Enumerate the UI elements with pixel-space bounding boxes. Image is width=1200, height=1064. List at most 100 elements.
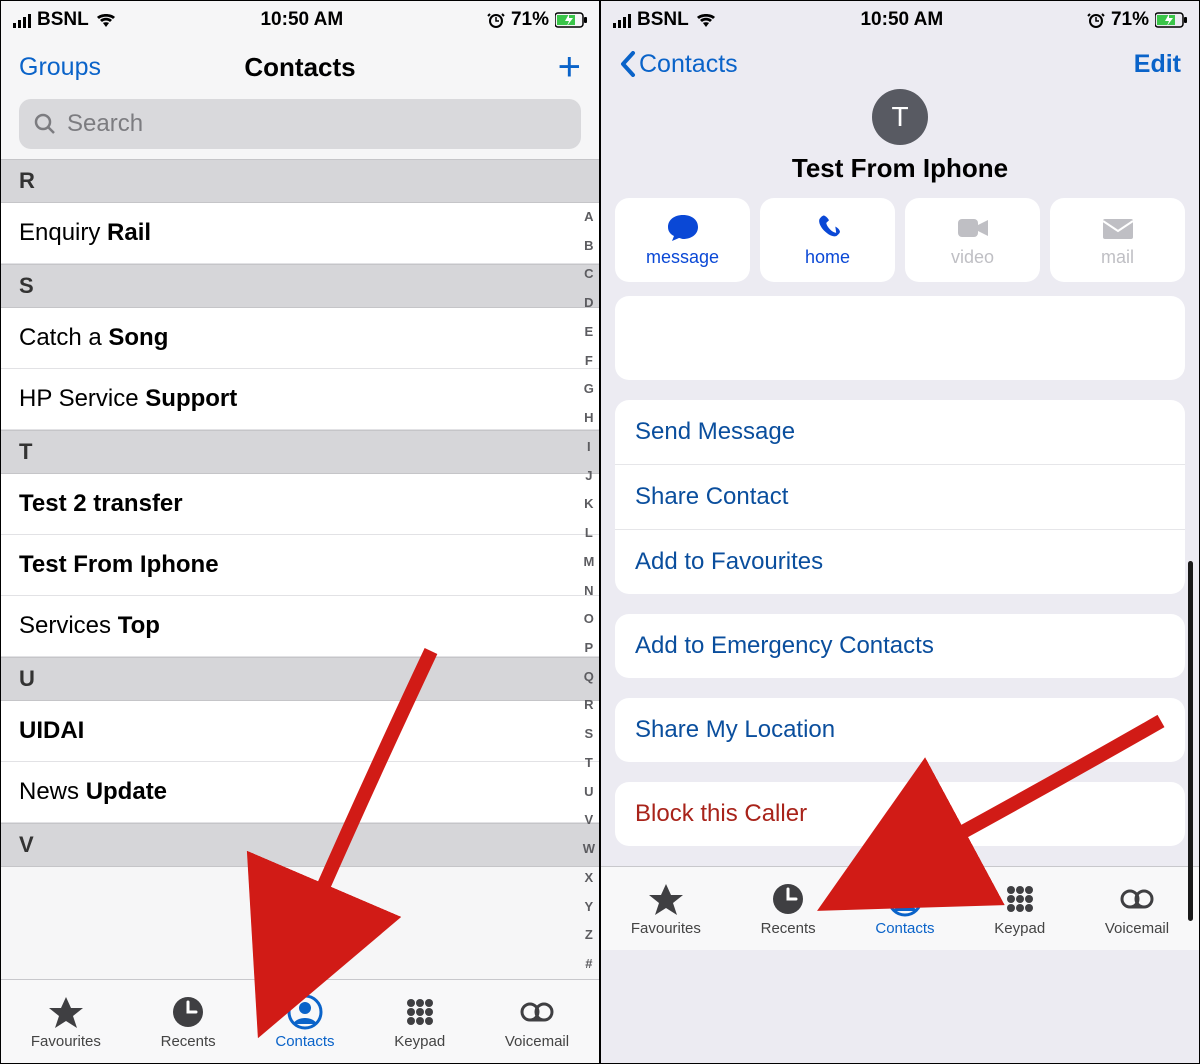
- contact-row[interactable]: News Update: [1, 762, 599, 823]
- tab-contacts[interactable]: Contacts: [275, 994, 334, 1050]
- tab-keypad[interactable]: Keypad: [394, 994, 445, 1050]
- index-Z[interactable]: Z: [583, 927, 595, 944]
- status-bar: BSNL 10:50 AM 71%: [1, 1, 599, 39]
- index-M[interactable]: M: [583, 554, 595, 571]
- index-Q[interactable]: Q: [583, 669, 595, 686]
- tab-voicemail[interactable]: Voicemail: [1105, 881, 1169, 937]
- contact-header: T Test From Iphone: [601, 89, 1199, 198]
- tab-recents[interactable]: Recents: [161, 994, 216, 1050]
- block-this-caller-button[interactable]: Block this Caller: [615, 782, 1185, 846]
- tab-contacts[interactable]: Contacts: [875, 881, 934, 937]
- add-to-favourites-button[interactable]: Add to Favourites: [615, 530, 1185, 594]
- contacts-list-screen: BSNL 10:50 AM 71% Groups Contacts + Sear…: [0, 0, 600, 1064]
- action-label: message: [646, 247, 719, 268]
- signal-icon: [13, 12, 31, 28]
- contact-row[interactable]: Services Top: [1, 596, 599, 657]
- tab-label: Recents: [161, 1033, 216, 1050]
- action-label: home: [805, 247, 850, 268]
- index-E[interactable]: E: [583, 324, 595, 341]
- tab-bar-left: Favourites Recents Contacts Keypad Voicemail: [1, 979, 599, 1063]
- edit-button[interactable]: Edit: [1134, 50, 1181, 79]
- index-P[interactable]: P: [583, 640, 595, 657]
- tab-label: Favourites: [631, 920, 701, 937]
- index-K[interactable]: K: [583, 496, 595, 513]
- index-#[interactable]: #: [583, 956, 595, 973]
- contact-detail-screen: BSNL 10:50 AM 71% Contacts Edit T: [600, 0, 1200, 1064]
- section-header-U: U: [1, 657, 599, 701]
- tab-favourites[interactable]: Favourites: [31, 994, 101, 1050]
- send-message-button[interactable]: Send Message: [615, 400, 1185, 465]
- contacts-list[interactable]: REnquiry RailSCatch a SongHP Service Sup…: [1, 159, 599, 979]
- action-home[interactable]: home: [760, 198, 895, 282]
- contact-row[interactable]: HP Service Support: [1, 369, 599, 430]
- tab-bar-right: Favourites Recents Contacts Keypad Voicemail: [601, 866, 1199, 950]
- contact-row[interactable]: Test 2 transfer: [1, 474, 599, 535]
- tab-label: Keypad: [394, 1033, 445, 1050]
- nav-bar: Contacts Edit: [601, 39, 1199, 89]
- section-header-R: R: [1, 159, 599, 203]
- alarm-icon: [1087, 11, 1105, 29]
- index-X[interactable]: X: [583, 870, 595, 887]
- index-S[interactable]: S: [583, 726, 595, 743]
- share-my-location-button[interactable]: Share My Location: [615, 698, 1185, 762]
- index-H[interactable]: H: [583, 410, 595, 427]
- index-C[interactable]: C: [583, 266, 595, 283]
- back-label: Contacts: [639, 50, 738, 79]
- add-to-emergency-contacts-button[interactable]: Add to Emergency Contacts: [615, 614, 1185, 678]
- carrier-label: BSNL: [37, 9, 89, 31]
- action-row: message home video mail: [601, 198, 1199, 296]
- contact-row[interactable]: Enquiry Rail: [1, 203, 599, 264]
- index-U[interactable]: U: [583, 784, 595, 801]
- contact-row[interactable]: Catch a Song: [1, 308, 599, 369]
- tab-recents[interactable]: Recents: [761, 881, 816, 937]
- contact-name: Test From Iphone: [792, 153, 1008, 184]
- alpha-index[interactable]: ABCDEFGHIJKLMNOPQRSTUVWXYZ #: [583, 209, 595, 973]
- info-card-blank: [615, 296, 1185, 380]
- share-contact-button[interactable]: Share Contact: [615, 465, 1185, 530]
- index-B[interactable]: B: [583, 238, 595, 255]
- contact-row[interactable]: UIDAI: [1, 701, 599, 762]
- back-button[interactable]: Contacts: [619, 50, 738, 79]
- index-F[interactable]: F: [583, 353, 595, 370]
- contact-row[interactable]: Test From Iphone: [1, 535, 599, 596]
- index-I[interactable]: I: [583, 439, 595, 456]
- index-W[interactable]: W: [583, 841, 595, 858]
- wifi-icon: [695, 12, 717, 28]
- wifi-icon: [95, 12, 117, 28]
- action-video: video: [905, 198, 1040, 282]
- tab-label: Favourites: [31, 1033, 101, 1050]
- signal-icon: [613, 12, 631, 28]
- section-header-T: T: [1, 430, 599, 474]
- card-group: Share My Location: [615, 698, 1185, 762]
- index-L[interactable]: L: [583, 525, 595, 542]
- index-Y[interactable]: Y: [583, 899, 595, 916]
- tab-favourites[interactable]: Favourites: [631, 881, 701, 937]
- card-group: Add to Emergency Contacts: [615, 614, 1185, 678]
- index-V[interactable]: V: [583, 812, 595, 829]
- index-O[interactable]: O: [583, 611, 595, 628]
- section-header-V: V: [1, 823, 599, 867]
- scroll-indicator[interactable]: [1188, 561, 1193, 921]
- index-J[interactable]: J: [583, 468, 595, 485]
- index-T[interactable]: T: [583, 755, 595, 772]
- battery-percent: 71%: [511, 9, 549, 31]
- card-group: Send MessageShare ContactAdd to Favourit…: [615, 400, 1185, 594]
- action-message[interactable]: message: [615, 198, 750, 282]
- groups-button[interactable]: Groups: [19, 53, 101, 82]
- tab-label: Voicemail: [1105, 920, 1169, 937]
- tab-voicemail[interactable]: Voicemail: [505, 994, 569, 1050]
- index-R[interactable]: R: [583, 697, 595, 714]
- action-mail: mail: [1050, 198, 1185, 282]
- index-A[interactable]: A: [583, 209, 595, 226]
- page-title: Contacts: [244, 52, 355, 83]
- nav-bar: Groups Contacts +: [1, 39, 599, 95]
- index-G[interactable]: G: [583, 381, 595, 398]
- add-contact-button[interactable]: +: [558, 47, 581, 87]
- index-N[interactable]: N: [583, 583, 595, 600]
- tab-label: Voicemail: [505, 1033, 569, 1050]
- tab-keypad[interactable]: Keypad: [994, 881, 1045, 937]
- status-time: 10:50 AM: [860, 9, 943, 31]
- action-label: mail: [1101, 247, 1134, 268]
- search-input[interactable]: Search: [19, 99, 581, 149]
- index-D[interactable]: D: [583, 295, 595, 312]
